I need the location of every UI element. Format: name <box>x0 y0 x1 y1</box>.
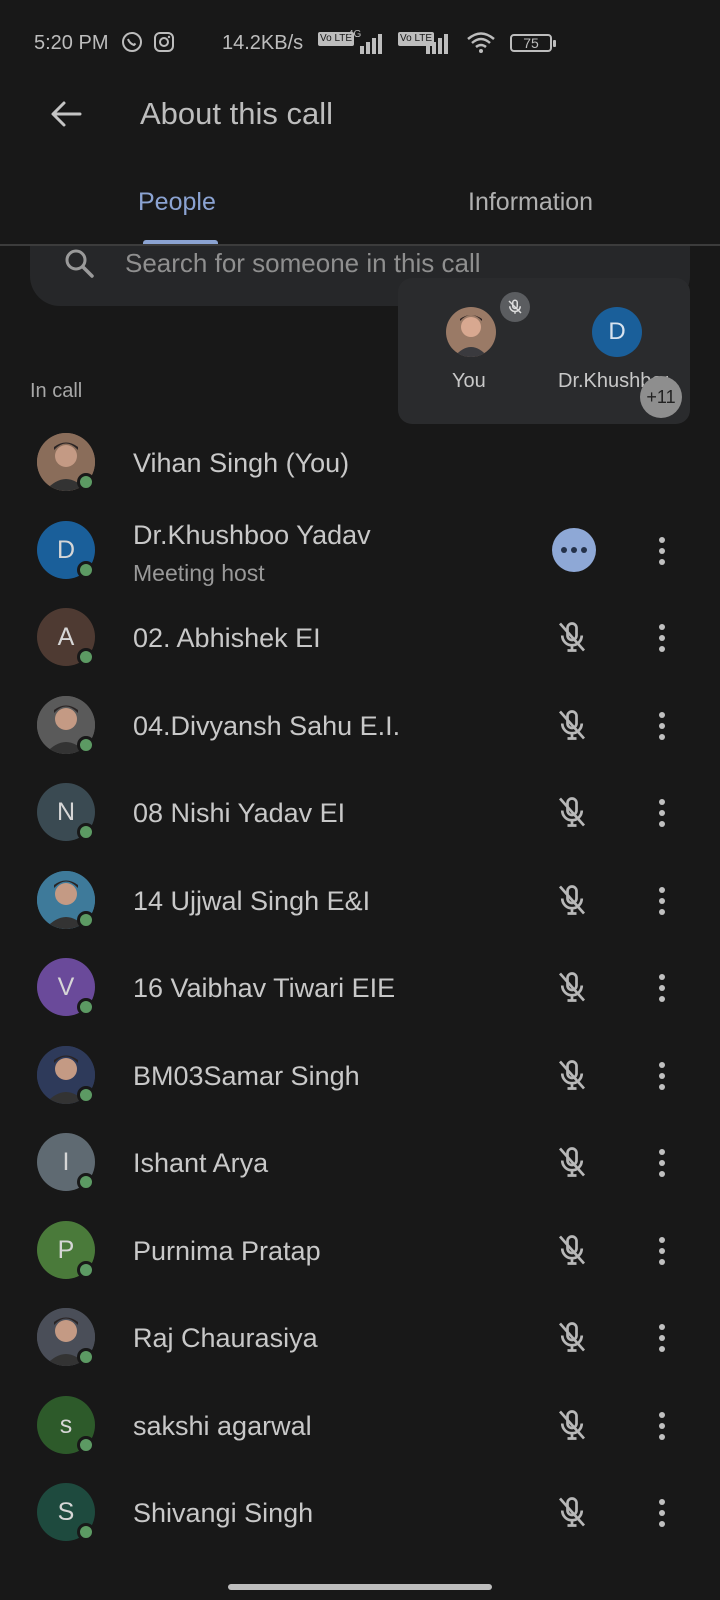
more-options-icon[interactable] <box>652 1496 672 1532</box>
online-status-dot <box>77 473 95 491</box>
page-title: About this call <box>140 96 333 131</box>
participant-row[interactable]: D Dr.Khushboo Yadav Meeting host <box>0 506 720 594</box>
participant-name: 14 Ujjwal Singh E&I <box>133 886 371 916</box>
online-status-dot <box>77 736 95 754</box>
network-speed: 14.2KB/s <box>222 32 304 54</box>
more-options-icon[interactable] <box>652 1234 672 1270</box>
mic-off-icon <box>554 1144 590 1180</box>
participant-name: Vihan Singh (You) <box>133 448 350 478</box>
preview-more-count[interactable]: +11 <box>640 376 682 418</box>
arrow-back-icon[interactable] <box>46 94 86 134</box>
home-indicator[interactable] <box>228 1584 492 1590</box>
participant-row[interactable]: A 02. Abhishek EI <box>0 593 720 681</box>
preview-host-avatar: D <box>592 307 642 357</box>
search-placeholder: Search for someone in this call <box>125 248 481 278</box>
participant-row[interactable]: s sakshi agarwal <box>0 1381 720 1469</box>
more-options-icon[interactable] <box>652 534 672 570</box>
more-options-icon[interactable] <box>652 621 672 657</box>
mic-off-icon <box>554 1232 590 1268</box>
online-status-dot <box>77 823 95 841</box>
battery-icon: 75 <box>510 34 556 52</box>
participant-row[interactable]: S Shivangi Singh <box>0 1468 720 1556</box>
participant-name: 16 Vaibhav Tiwari EIE <box>133 973 396 1003</box>
section-label-in-call: In call <box>30 380 83 402</box>
status-time: 5:20 PM <box>34 32 109 54</box>
participant-name: 02. Abhishek EI <box>133 623 321 653</box>
preview-you-label: You <box>452 370 486 392</box>
participant-name: 08 Nishi Yadav EI <box>133 798 346 828</box>
online-status-dot <box>77 1261 95 1279</box>
status-bar: 5:20 PM 14.2KB/s Vo LTE 4G Vo LTE 75 <box>0 0 720 90</box>
mic-off-icon <box>554 969 590 1005</box>
participant-role: Meeting host <box>133 560 265 586</box>
mic-off-icon <box>554 619 590 655</box>
online-status-dot <box>77 1523 95 1541</box>
participant-name: Dr.Khushboo Yadav <box>133 520 371 550</box>
participant-row[interactable]: Vihan Singh (You) <box>0 418 720 506</box>
online-status-dot <box>77 648 95 666</box>
mic-off-icon <box>554 1494 590 1530</box>
participant-name: Raj Chaurasiya <box>133 1323 318 1353</box>
more-options-icon[interactable] <box>652 884 672 920</box>
tab-information[interactable]: Information <box>468 188 593 217</box>
participant-row[interactable]: I Ishant Arya <box>0 1118 720 1206</box>
search-icon <box>65 249 94 278</box>
more-options-icon[interactable] <box>652 709 672 745</box>
signal-icon <box>360 30 382 54</box>
participant-name: Purnima Pratap <box>133 1236 321 1266</box>
instagram-icon <box>154 32 174 52</box>
online-status-dot <box>77 998 95 1016</box>
online-status-dot <box>77 1436 95 1454</box>
mic-off-icon <box>554 882 590 918</box>
whatsapp-icon <box>122 32 142 52</box>
mic-off-icon <box>554 794 590 830</box>
participant-row[interactable]: V 16 Vaibhav Tiwari EIE <box>0 943 720 1031</box>
mic-off-icon <box>554 1057 590 1093</box>
participant-name: sakshi agarwal <box>133 1411 312 1441</box>
mic-off-icon <box>554 1319 590 1355</box>
preview-you-avatar <box>446 307 496 357</box>
online-status-dot <box>77 561 95 579</box>
wifi-icon <box>467 32 495 53</box>
participant-name: BM03Samar Singh <box>133 1061 360 1091</box>
mic-off-icon <box>554 1407 590 1443</box>
online-status-dot <box>77 911 95 929</box>
signal-icon-2 <box>426 30 448 54</box>
more-options-icon[interactable] <box>652 1321 672 1357</box>
participant-row[interactable]: 04.Divyansh Sahu E.I. <box>0 681 720 769</box>
online-status-dot <box>77 1173 95 1191</box>
participant-name: Shivangi Singh <box>133 1498 314 1528</box>
more-options-icon[interactable] <box>652 1059 672 1095</box>
tab-people[interactable]: People <box>138 188 216 217</box>
participant-row[interactable]: 14 Ujjwal Singh E&I <box>0 856 720 944</box>
participant-row[interactable]: Raj Chaurasiya <box>0 1293 720 1381</box>
more-options-icon[interactable] <box>652 971 672 1007</box>
participant-row[interactable]: N 08 Nishi Yadav EI <box>0 768 720 856</box>
online-status-dot <box>77 1086 95 1104</box>
participant-name: Ishant Arya <box>133 1148 269 1178</box>
more-options-icon[interactable] <box>652 1409 672 1445</box>
speaking-indicator-icon <box>552 528 596 572</box>
more-options-icon[interactable] <box>652 796 672 832</box>
participant-row[interactable]: P Purnima Pratap <box>0 1206 720 1294</box>
participant-row[interactable]: BM03Samar Singh <box>0 1031 720 1119</box>
online-status-dot <box>77 1348 95 1366</box>
more-options-icon[interactable] <box>652 1146 672 1182</box>
participant-name: 04.Divyansh Sahu E.I. <box>133 711 401 741</box>
mic-off-icon <box>554 707 590 743</box>
preview-mic-off-icon <box>500 292 530 322</box>
